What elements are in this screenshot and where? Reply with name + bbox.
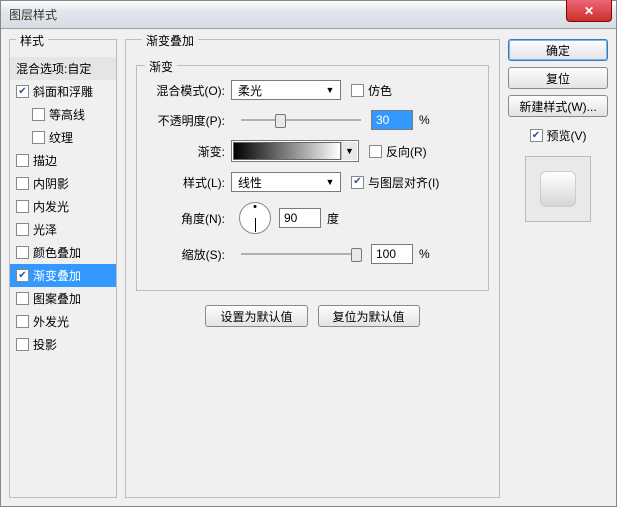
- style-item-9[interactable]: 图案叠加: [10, 287, 116, 310]
- checkbox-icon[interactable]: [16, 154, 29, 167]
- gradient-overlay-panel: 渐变叠加 渐变 混合模式(O): 柔光 ▼ 仿色 不透明度(P):: [125, 39, 500, 498]
- panel-title: 渐变叠加: [142, 32, 198, 49]
- styles-panel-title: 样式: [16, 32, 48, 49]
- style-item-1[interactable]: 等高线: [10, 103, 116, 126]
- layer-style-dialog: 图层样式 ✕ 样式 混合选项:自定 斜面和浮雕等高线纹理描边内阴影内发光光泽颜色…: [0, 0, 617, 507]
- preview-inner: [540, 171, 576, 207]
- opacity-input[interactable]: 30: [371, 110, 413, 130]
- style-item-6[interactable]: 光泽: [10, 218, 116, 241]
- style-item-label: 光泽: [33, 221, 57, 238]
- blend-options-header[interactable]: 混合选项:自定: [10, 57, 116, 80]
- style-label: 样式(L):: [149, 174, 231, 191]
- style-item-label: 图案叠加: [33, 290, 81, 307]
- checkbox-icon[interactable]: [32, 108, 45, 121]
- style-item-label: 等高线: [49, 106, 85, 123]
- style-item-4[interactable]: 内阴影: [10, 172, 116, 195]
- style-item-label: 渐变叠加: [33, 267, 81, 284]
- titlebar[interactable]: 图层样式 ✕: [1, 1, 616, 29]
- chevron-down-icon: ▼: [322, 177, 338, 187]
- style-item-5[interactable]: 内发光: [10, 195, 116, 218]
- checkbox-icon[interactable]: [16, 338, 29, 351]
- close-icon: ✕: [584, 4, 594, 18]
- checkbox-icon[interactable]: [16, 292, 29, 305]
- checkbox-icon[interactable]: [16, 269, 29, 282]
- blend-mode-label: 混合模式(O):: [149, 82, 231, 99]
- style-item-label: 颜色叠加: [33, 244, 81, 261]
- ok-button[interactable]: 确定: [508, 39, 608, 61]
- window-title: 图层样式: [1, 6, 57, 23]
- slider-thumb[interactable]: [275, 114, 286, 128]
- gradient-group-title: 渐变: [145, 58, 177, 75]
- opacity-label: 不透明度(P):: [149, 112, 231, 129]
- checkbox-icon[interactable]: [16, 85, 29, 98]
- style-item-label: 外发光: [33, 313, 69, 330]
- checkbox-icon[interactable]: [16, 246, 29, 259]
- style-item-label: 斜面和浮雕: [33, 83, 93, 100]
- style-item-10[interactable]: 外发光: [10, 310, 116, 333]
- new-style-button[interactable]: 新建样式(W)...: [508, 95, 608, 117]
- checkbox-icon[interactable]: [32, 131, 45, 144]
- checkbox-icon[interactable]: [16, 223, 29, 236]
- styles-panel: 样式 混合选项:自定 斜面和浮雕等高线纹理描边内阴影内发光光泽颜色叠加渐变叠加图…: [9, 39, 117, 498]
- style-item-label: 内阴影: [33, 175, 69, 192]
- gradient-group: 渐变 混合模式(O): 柔光 ▼ 仿色 不透明度(P):: [136, 65, 489, 291]
- dither-checkbox[interactable]: 仿色: [351, 82, 392, 99]
- style-item-label: 纹理: [49, 129, 73, 146]
- opacity-slider[interactable]: [241, 119, 361, 121]
- style-item-label: 描边: [33, 152, 57, 169]
- checkbox-icon: [530, 129, 543, 142]
- close-button[interactable]: ✕: [566, 0, 612, 22]
- style-item-8[interactable]: 渐变叠加: [10, 264, 116, 287]
- dither-label: 仿色: [368, 82, 392, 99]
- cancel-button[interactable]: 复位: [508, 67, 608, 89]
- angle-dial[interactable]: [239, 202, 271, 234]
- blend-options-label: 混合选项:自定: [16, 60, 91, 77]
- chevron-down-icon: ▼: [322, 85, 338, 95]
- angle-input[interactable]: 90: [279, 208, 321, 228]
- reverse-checkbox[interactable]: 反向(R): [369, 143, 427, 160]
- chevron-down-icon: ▼: [341, 142, 357, 160]
- preview-label: 预览(V): [547, 127, 587, 144]
- checkbox-icon: [369, 145, 382, 158]
- align-checkbox[interactable]: 与图层对齐(I): [351, 174, 439, 191]
- style-item-3[interactable]: 描边: [10, 149, 116, 172]
- style-item-label: 内发光: [33, 198, 69, 215]
- style-item-0[interactable]: 斜面和浮雕: [10, 80, 116, 103]
- style-item-label: 投影: [33, 336, 57, 353]
- align-label: 与图层对齐(I): [368, 174, 439, 191]
- style-item-2[interactable]: 纹理: [10, 126, 116, 149]
- slider-thumb[interactable]: [351, 248, 362, 262]
- scale-unit: %: [419, 247, 430, 261]
- gradient-swatch[interactable]: [233, 142, 341, 160]
- make-default-button[interactable]: 设置为默认值: [205, 305, 307, 327]
- blend-mode-value: 柔光: [238, 82, 262, 99]
- preview-swatch: [525, 156, 591, 222]
- scale-slider[interactable]: [241, 253, 361, 255]
- checkbox-icon: [351, 84, 364, 97]
- style-value: 线性: [238, 174, 262, 191]
- opacity-unit: %: [419, 113, 430, 127]
- gradient-picker[interactable]: ▼: [231, 140, 359, 162]
- style-item-11[interactable]: 投影: [10, 333, 116, 356]
- style-dropdown[interactable]: 线性 ▼: [231, 172, 341, 192]
- checkbox-icon[interactable]: [16, 177, 29, 190]
- dialog-body: 样式 混合选项:自定 斜面和浮雕等高线纹理描边内阴影内发光光泽颜色叠加渐变叠加图…: [1, 29, 616, 506]
- scale-input[interactable]: 100: [371, 244, 413, 264]
- gradient-label: 渐变:: [149, 143, 231, 160]
- angle-unit: 度: [327, 210, 339, 227]
- side-panel: 确定 复位 新建样式(W)... 预览(V): [508, 39, 608, 498]
- reset-default-button[interactable]: 复位为默认值: [318, 305, 420, 327]
- checkbox-icon: [351, 176, 364, 189]
- checkbox-icon[interactable]: [16, 315, 29, 328]
- reverse-label: 反向(R): [386, 143, 427, 160]
- scale-label: 缩放(S):: [149, 246, 231, 263]
- preview-checkbox[interactable]: 预览(V): [508, 127, 608, 144]
- checkbox-icon[interactable]: [16, 200, 29, 213]
- angle-label: 角度(N):: [149, 210, 231, 227]
- style-item-7[interactable]: 颜色叠加: [10, 241, 116, 264]
- blend-mode-dropdown[interactable]: 柔光 ▼: [231, 80, 341, 100]
